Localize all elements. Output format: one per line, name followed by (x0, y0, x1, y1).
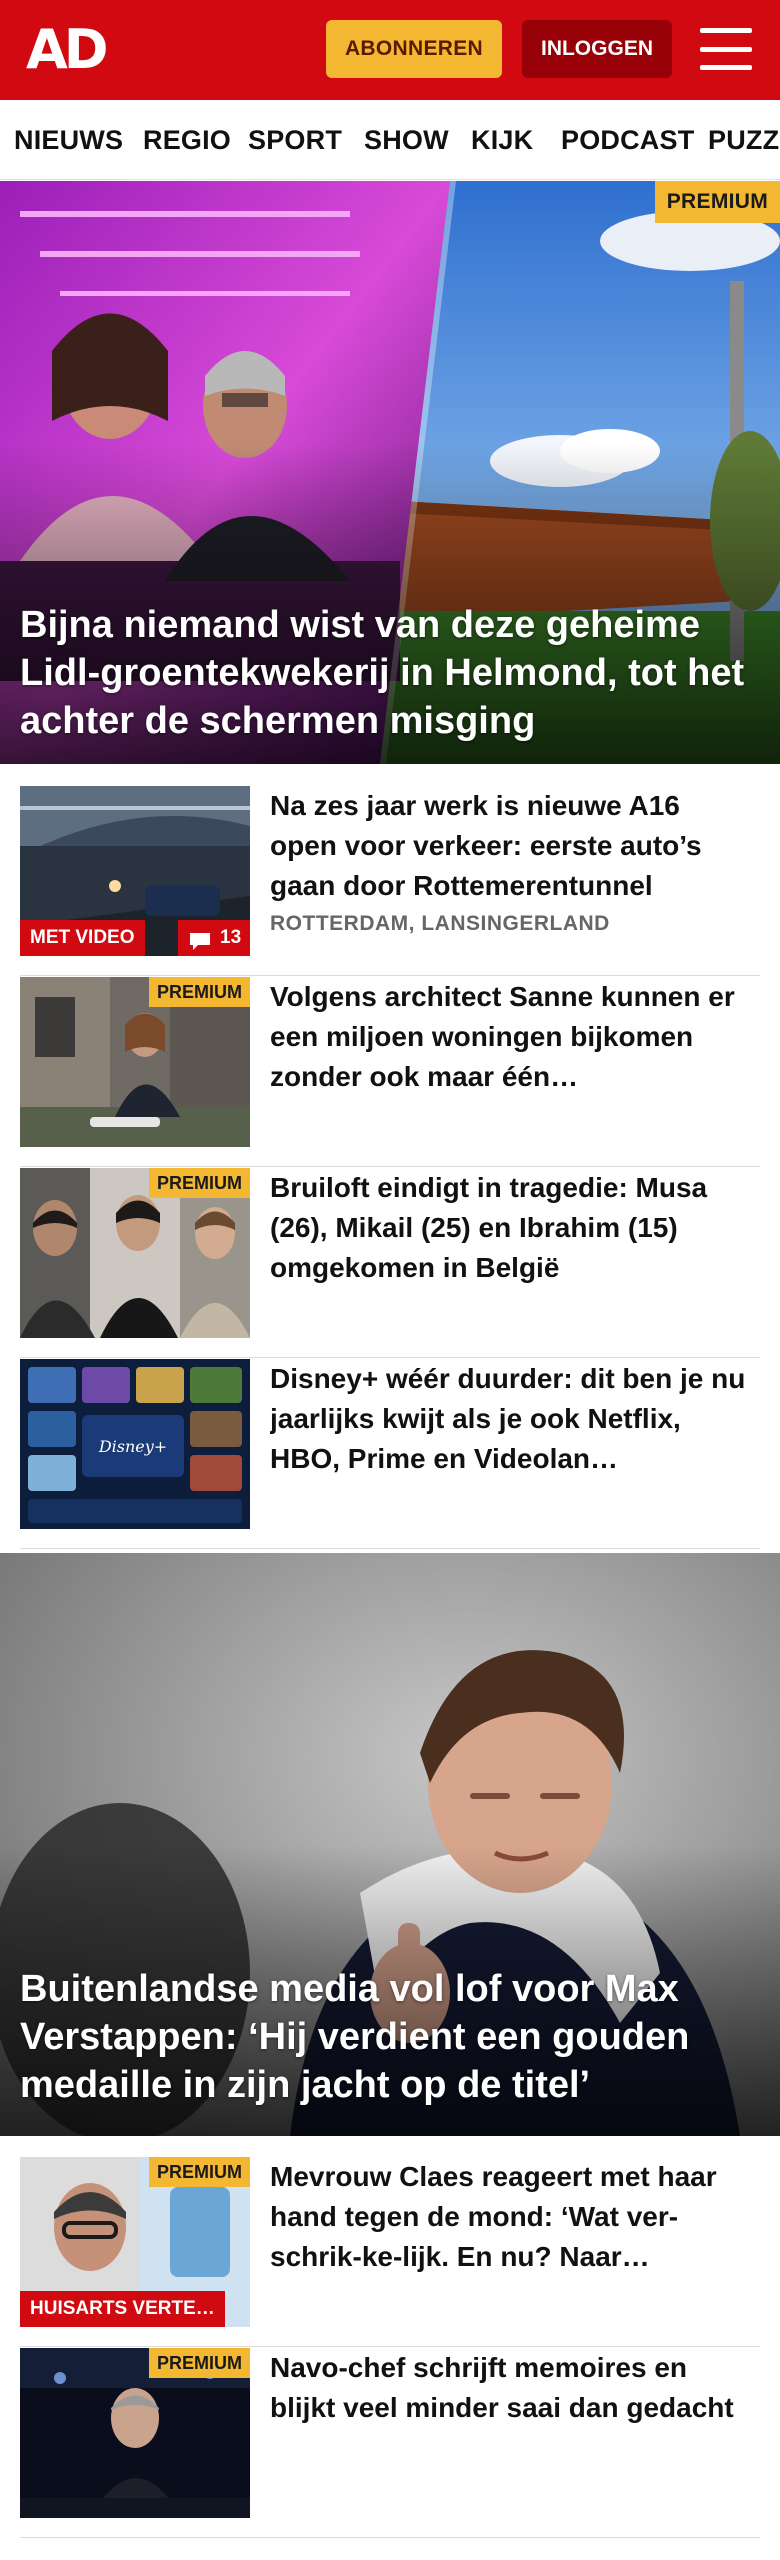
top-bar: AD ABONNEREN INLOGGEN (0, 0, 780, 100)
nav-item-puzzel[interactable]: PUZZ (708, 100, 779, 179)
article-item-disney[interactable]: Disney+ Disney+ wéér duurder: dit ben je… (20, 1359, 760, 1549)
article-thumbnail: PREMIUM (20, 977, 250, 1147)
svg-text:Disney+: Disney+ (98, 1437, 167, 1456)
article-title[interactable]: Volgens architect Sanne kunnen er een mi… (270, 977, 750, 1097)
article-title[interactable]: Mevrouw Claes reageert met haar hand teg… (270, 2157, 750, 2277)
article-thumbnail: PREMIUM (20, 2348, 250, 2518)
article-thumbnail: PREMIUM (20, 1168, 250, 1338)
article-thumbnail: Disney+ (20, 1359, 250, 1529)
nav-item-show[interactable]: SHOW (364, 100, 449, 179)
hero-article-lidl[interactable]: PREMIUM Bijna niemand wist van deze gehe… (0, 181, 780, 764)
premium-badge: PREMIUM (149, 2348, 250, 2378)
article-item-a16[interactable]: MET VIDEO 13 Na zes jaar werk is nieuwe … (20, 786, 760, 976)
article-location: ROTTERDAM, LANSINGERLAND (270, 912, 610, 935)
premium-badge: PREMIUM (149, 977, 250, 1007)
section-nav: NIEUWS REGIO SPORT SHOW KIJK PODCAST PUZ… (0, 100, 780, 180)
article-thumbnail: MET VIDEO 13 (20, 786, 250, 956)
article-item-navo[interactable]: PREMIUM Navo-chef schrijft memoires en b… (20, 2348, 760, 2538)
premium-badge: PREMIUM (149, 2157, 250, 2187)
article-title[interactable]: Disney+ wéér duurder: dit ben je nu jaar… (270, 1359, 750, 1479)
premium-badge: PREMIUM (654, 181, 780, 223)
login-button[interactable]: INLOGGEN (522, 20, 672, 78)
article-item-architect[interactable]: PREMIUM Volgens architect Sanne kunnen e… (20, 977, 760, 1167)
article-title[interactable]: Na zes jaar werk is nieuwe A16 open voor… (270, 786, 750, 906)
ad-logo[interactable]: AD (26, 22, 116, 78)
article-item-bruiloft[interactable]: PREMIUM Bruiloft eindigt in tragedie: Mu… (20, 1168, 760, 1358)
nav-item-regio[interactable]: REGIO (143, 100, 231, 179)
hero-title[interactable]: Buitenlandse media vol lof voor Max Vers… (20, 1965, 760, 2109)
comment-count-badge[interactable]: 13 (178, 920, 250, 956)
article-thumbnail: PREMIUM HUISARTS VERTE… (20, 2157, 250, 2327)
subscribe-button[interactable]: ABONNEREN (326, 20, 502, 78)
article-item-huisarts[interactable]: PREMIUM HUISARTS VERTE… Mevrouw Claes re… (20, 2157, 760, 2347)
article-title[interactable]: Bruiloft eindigt in tragedie: Musa (26),… (270, 1168, 750, 1288)
comment-count: 13 (220, 927, 242, 948)
series-label: HUISARTS VERTE… (20, 2291, 225, 2327)
nav-item-kijk[interactable]: KIJK (471, 100, 533, 179)
article-title[interactable]: Navo-chef schrijft memoires en blijkt ve… (270, 2348, 750, 2428)
hero-article-verstappen[interactable]: Buitenlandse media vol lof voor Max Vers… (0, 1553, 780, 2136)
video-label: MET VIDEO (20, 920, 145, 956)
hero-title[interactable]: Bijna niemand wist van deze geheime Lidl… (20, 601, 760, 745)
premium-badge: PREMIUM (149, 1168, 250, 1198)
nav-item-nieuws[interactable]: NIEUWS (14, 100, 123, 179)
nav-item-podcast[interactable]: PODCAST (561, 100, 694, 179)
nav-item-sport[interactable]: SPORT (248, 100, 342, 179)
hamburger-menu-icon[interactable] (700, 28, 752, 70)
comment-bubble-icon (188, 928, 212, 950)
